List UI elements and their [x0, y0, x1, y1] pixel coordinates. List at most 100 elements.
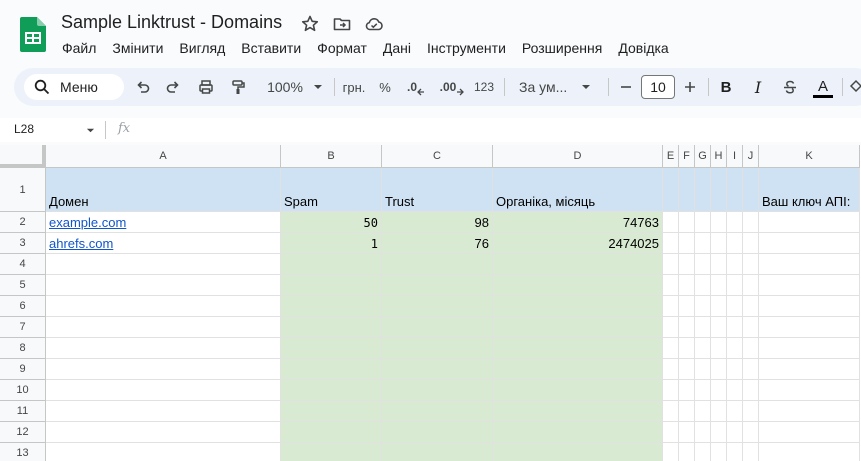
increase-decimal-button[interactable]: .00 [438, 68, 466, 106]
cell-i9[interactable] [727, 359, 743, 380]
cell-d4[interactable] [493, 254, 663, 275]
cell-j6[interactable] [743, 296, 759, 317]
cell-i8[interactable] [727, 338, 743, 359]
row-header-13[interactable]: 13 [0, 443, 46, 461]
menu-help[interactable]: Довідка [610, 38, 676, 58]
cell-f2[interactable] [679, 212, 695, 233]
cell-g8[interactable] [695, 338, 711, 359]
column-header-k[interactable]: K [759, 145, 860, 168]
cell-j10[interactable] [743, 380, 759, 401]
cell-d5[interactable] [493, 275, 663, 296]
row-header-4[interactable]: 4 [0, 254, 46, 275]
cell-e6[interactable] [663, 296, 679, 317]
cell-d7[interactable] [493, 317, 663, 338]
cell-k5[interactable] [759, 275, 860, 296]
cell-e13[interactable] [663, 443, 679, 461]
cell-i5[interactable] [727, 275, 743, 296]
cell-i7[interactable] [727, 317, 743, 338]
cell-d12[interactable] [493, 422, 663, 443]
cell-b6[interactable] [281, 296, 382, 317]
column-header-h[interactable]: H [711, 145, 727, 168]
row-header-7[interactable]: 7 [0, 317, 46, 338]
cell-d13[interactable] [493, 443, 663, 461]
domain-link[interactable]: example.com [49, 215, 126, 230]
cell-a1[interactable]: Домен [46, 168, 281, 212]
cell-c7[interactable] [382, 317, 493, 338]
cell-g9[interactable] [695, 359, 711, 380]
cell-a2[interactable]: example.com [46, 212, 281, 233]
sheets-logo-icon[interactable] [20, 17, 46, 52]
cell-h6[interactable] [711, 296, 727, 317]
cell-k10[interactable] [759, 380, 860, 401]
decrease-decimal-button[interactable]: .0 [404, 68, 428, 106]
cell-j12[interactable] [743, 422, 759, 443]
cell-a5[interactable] [46, 275, 281, 296]
cell-k3[interactable] [759, 233, 860, 254]
cell-e7[interactable] [663, 317, 679, 338]
font-size-input[interactable]: 10 [641, 75, 675, 99]
cell-i3[interactable] [727, 233, 743, 254]
cell-e12[interactable] [663, 422, 679, 443]
cell-c2[interactable]: 98 [382, 212, 493, 233]
cell-f8[interactable] [679, 338, 695, 359]
chevron-down-icon[interactable] [86, 126, 95, 135]
font-family-select[interactable]: За ум... [514, 68, 600, 106]
cell-f5[interactable] [679, 275, 695, 296]
cell-k2[interactable] [759, 212, 860, 233]
italic-button[interactable]: I [748, 68, 768, 106]
cell-k11[interactable] [759, 401, 860, 422]
decrease-font-size-button[interactable] [616, 68, 636, 106]
cell-b8[interactable] [281, 338, 382, 359]
cell-f11[interactable] [679, 401, 695, 422]
cell-h3[interactable] [711, 233, 727, 254]
row-header-8[interactable]: 8 [0, 338, 46, 359]
cell-a10[interactable] [46, 380, 281, 401]
menu-search-button[interactable]: Меню [24, 74, 124, 100]
row-header-3[interactable]: 3 [0, 233, 46, 254]
menu-data[interactable]: Дані [375, 38, 419, 58]
column-header-i[interactable]: I [727, 145, 743, 168]
cell-b13[interactable] [281, 443, 382, 461]
row-header-1[interactable]: 1 [0, 168, 46, 212]
paint-format-button[interactable] [227, 68, 249, 106]
cell-e2[interactable] [663, 212, 679, 233]
cell-d10[interactable] [493, 380, 663, 401]
cell-f6[interactable] [679, 296, 695, 317]
cell-a11[interactable] [46, 401, 281, 422]
row-header-10[interactable]: 10 [0, 380, 46, 401]
cell-c11[interactable] [382, 401, 493, 422]
cell-k1[interactable]: Ваш ключ АПІ: [759, 168, 860, 212]
cell-k8[interactable] [759, 338, 860, 359]
cell-b5[interactable] [281, 275, 382, 296]
cell-d6[interactable] [493, 296, 663, 317]
cell-j11[interactable] [743, 401, 759, 422]
cell-d9[interactable] [493, 359, 663, 380]
column-header-f[interactable]: F [679, 145, 695, 168]
menu-insert[interactable]: Вставити [233, 38, 309, 58]
cell-i11[interactable] [727, 401, 743, 422]
row-header-11[interactable]: 11 [0, 401, 46, 422]
cell-d11[interactable] [493, 401, 663, 422]
cell-k7[interactable] [759, 317, 860, 338]
cell-e5[interactable] [663, 275, 679, 296]
column-header-a[interactable]: A [46, 145, 281, 168]
menu-format[interactable]: Формат [309, 38, 375, 58]
cell-c3[interactable]: 76 [382, 233, 493, 254]
cell-k6[interactable] [759, 296, 860, 317]
cell-i2[interactable] [727, 212, 743, 233]
cell-h2[interactable] [711, 212, 727, 233]
select-all-corner[interactable] [0, 145, 46, 168]
cell-c10[interactable] [382, 380, 493, 401]
cell-d1[interactable]: Органіка, місяць [493, 168, 663, 212]
cell-c13[interactable] [382, 443, 493, 461]
cell-g5[interactable] [695, 275, 711, 296]
cell-j7[interactable] [743, 317, 759, 338]
cell-b4[interactable] [281, 254, 382, 275]
cell-f4[interactable] [679, 254, 695, 275]
menu-tools[interactable]: Інструменти [419, 38, 514, 58]
cell-c1[interactable]: Trust [382, 168, 493, 212]
cloud-saved-icon[interactable] [364, 14, 384, 34]
cell-b10[interactable] [281, 380, 382, 401]
cell-a6[interactable] [46, 296, 281, 317]
column-header-b[interactable]: B [281, 145, 382, 168]
